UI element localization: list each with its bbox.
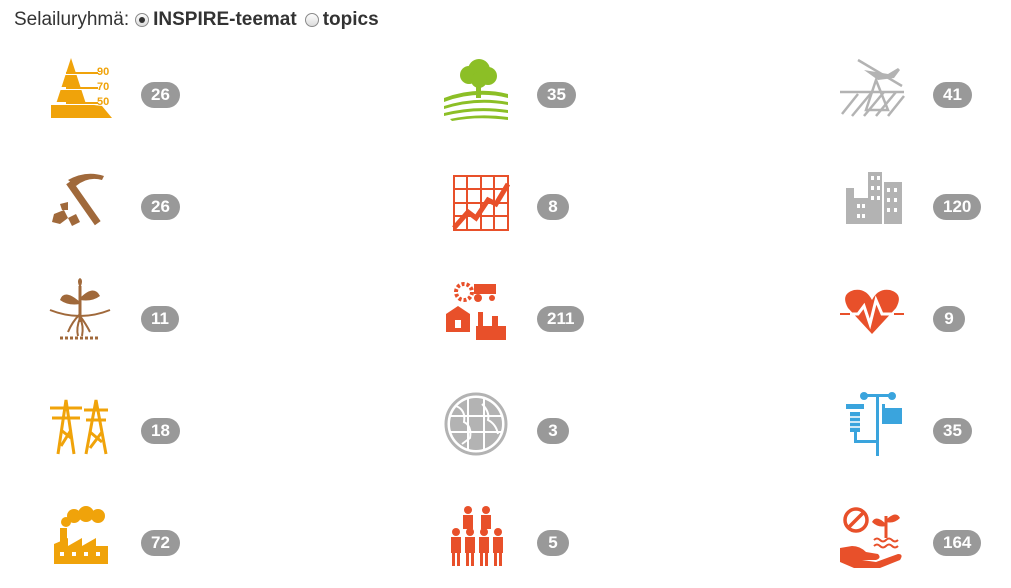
radio-topics[interactable] <box>304 13 319 27</box>
option-topics[interactable]: topics <box>323 9 379 31</box>
theme-count-badge: 5 <box>537 530 569 556</box>
land-cover-tree-icon <box>444 59 508 121</box>
theme-count-badge: 8 <box>537 194 569 220</box>
theme-count-badge: 35 <box>537 82 576 108</box>
buildings-icon <box>846 172 902 224</box>
theme-count-badge: 9 <box>933 306 965 332</box>
theme-count-badge: 3 <box>537 418 569 444</box>
soil-plant-roots-icon <box>49 278 111 340</box>
theme-count-badge: 35 <box>933 418 972 444</box>
theme-land-use[interactable]: 211 <box>442 278 585 346</box>
option-inspire-themes[interactable]: INSPIRE-teemat <box>153 9 297 31</box>
theme-buildings[interactable]: 120 <box>838 166 982 234</box>
svg-text:70: 70 <box>97 81 109 93</box>
theme-orthoimagery[interactable]: 41 <box>838 54 972 122</box>
radio-inspire-themes[interactable] <box>135 13 150 27</box>
theme-count-badge: 120 <box>933 194 982 220</box>
statistics-chart-icon <box>452 175 510 231</box>
theme-population[interactable]: 5 <box>442 502 569 570</box>
geology-hammer-icon <box>52 173 104 226</box>
theme-count-badge: 211 <box>537 306 585 332</box>
industrial-factory-smoke-icon <box>54 506 108 564</box>
population-people-icon <box>451 506 503 566</box>
land-use-tractor-factory-icon <box>446 282 506 340</box>
theme-count-badge: 18 <box>141 418 180 444</box>
utility-power-towers-icon <box>50 399 108 455</box>
globe-grid-icon <box>444 392 508 456</box>
human-health-heart-icon <box>840 289 904 334</box>
svg-text:90: 90 <box>97 66 109 78</box>
theme-soil[interactable]: 11 <box>46 278 179 346</box>
theme-count-badge: 72 <box>141 530 180 556</box>
theme-production-industrial[interactable]: 72 <box>46 502 180 570</box>
svg-text:50: 50 <box>97 96 109 108</box>
theme-count-badge: 26 <box>141 194 180 220</box>
theme-protected-sites[interactable]: 164 <box>838 502 982 570</box>
protected-area-hand-icon <box>840 507 902 568</box>
theme-statistics[interactable]: 8 <box>442 166 569 234</box>
theme-elevation[interactable]: 90 70 50 26 <box>46 54 180 122</box>
theme-count-badge: 26 <box>141 82 180 108</box>
orthoimagery-plane-icon <box>840 58 905 117</box>
meteorological-station-icon <box>846 392 902 456</box>
theme-count-badge: 41 <box>933 82 972 108</box>
theme-land-cover[interactable]: 35 <box>442 54 576 122</box>
browse-group-label: Selailuryhmä: <box>14 9 130 30</box>
theme-meteorological[interactable]: 35 <box>838 390 972 458</box>
browse-group-selector: Selailuryhmä: INSPIRE-teemat topics <box>14 9 385 31</box>
theme-geology[interactable]: 26 <box>46 166 180 234</box>
theme-human-health[interactable]: 9 <box>838 278 965 346</box>
elevation-contour-icon: 90 70 50 <box>51 58 112 118</box>
theme-count-badge: 11 <box>141 306 179 332</box>
theme-utility[interactable]: 18 <box>46 390 180 458</box>
theme-geographical-grid[interactable]: 3 <box>442 390 569 458</box>
theme-count-badge: 164 <box>933 530 982 556</box>
